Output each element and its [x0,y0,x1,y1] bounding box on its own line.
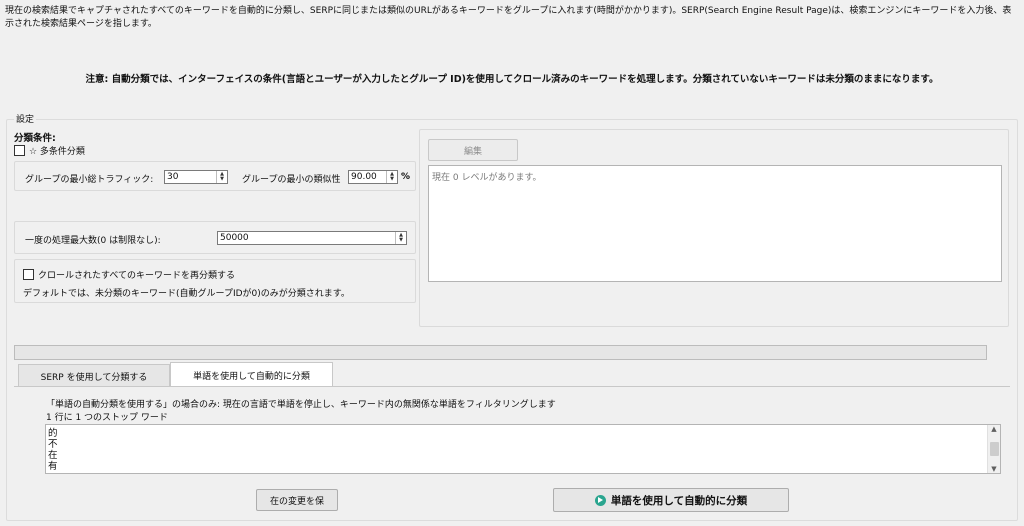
save-changes-button[interactable]: 在の変更を保 [256,489,338,511]
spin-arrows-icon[interactable]: ▲ ▼ [386,171,397,183]
multi-condition-option[interactable]: ☆ 多条件分類 [14,144,85,157]
spin-arrows-icon[interactable]: ▲ ▼ [395,232,406,244]
reclassify-checkbox[interactable] [23,269,34,280]
scroll-down-icon[interactable]: ▼ [991,465,996,473]
stopword-line: 不 [48,439,58,450]
multi-condition-checkbox[interactable] [14,145,25,156]
multi-condition-label: ☆ 多条件分類 [29,147,85,157]
max-process-value: 50000 [220,233,249,243]
auto-classify-button[interactable]: 単語を使用して自動的に分類 [553,488,789,512]
max-process-label: 一度の処理最大数(0 は制限なし): [25,236,161,246]
condition-label: 分類条件: [14,133,56,144]
max-process-spinbox[interactable]: 50000 ▲ ▼ [217,231,407,245]
min-similarity-value: 90.00 [351,172,377,182]
percent-sign: % [401,172,411,182]
play-icon [594,494,606,506]
min-traffic-spinbox[interactable]: 30 ▲ ▼ [164,170,228,184]
textarea-scrollbar[interactable]: ▲ ▼ [987,425,1000,473]
levels-list[interactable]: 現在 0 レベルがあります。 [428,165,1002,282]
tab-divider [14,386,1010,387]
settings-legend: 設定 [14,112,37,125]
scroll-thumb[interactable] [989,442,999,456]
scroll-up-icon[interactable]: ▲ [991,425,996,433]
classification-note: 注意: 自動分類では、インターフェイスの条件(言語とユーザーが入力したとグループ… [85,74,939,85]
min-traffic-label: グループの最小総トラフィック: [25,175,154,185]
levels-status: 現在 0 レベルがあります。 [432,173,542,183]
min-similarity-spinbox[interactable]: 90.00 ▲ ▼ [348,170,398,184]
page-description: 現在の検索結果でキャプチャされたすべてのキーワードを自動的に分類し、SERPに同… [5,6,1012,29]
stopword-line: 的 [48,428,58,439]
reclassify-option[interactable]: クロールされたすべてのキーワードを再分類する [23,268,235,281]
stopword-textarea[interactable]: 的 不 在 有 ▲ ▼ [45,424,1001,474]
min-similarity-label: グループの最小の類似性 [242,175,341,185]
stopword-info: 「単語の自動分類を使用する」の場合のみ: 現在の言語で単語を停止し、キーワード内… [46,400,556,410]
min-traffic-value: 30 [167,172,179,182]
stopword-lines: 的 不 在 有 [46,425,1000,472]
auto-classify-label: 単語を使用して自動的に分類 [610,494,748,507]
spin-arrows-icon[interactable]: ▲ ▼ [216,171,227,183]
stopword-line: 有 [48,461,58,472]
tab-word-classify[interactable]: 単語を使用して自動的に分類 [170,362,333,387]
reclassify-label: クロールされたすべてのキーワードを再分類する [38,271,236,281]
edit-button[interactable]: 編集 [428,139,518,161]
stopword-line: 在 [48,450,58,461]
progress-bar [14,345,987,360]
tab-serp[interactable]: SERP を使用して分類する [18,364,170,387]
default-note: デフォルトでは、未分類のキーワード(自動グループIDが0)のみが分類されます。 [23,289,350,299]
stopword-label: 1 行に 1 つのストップ ワード [46,413,168,423]
